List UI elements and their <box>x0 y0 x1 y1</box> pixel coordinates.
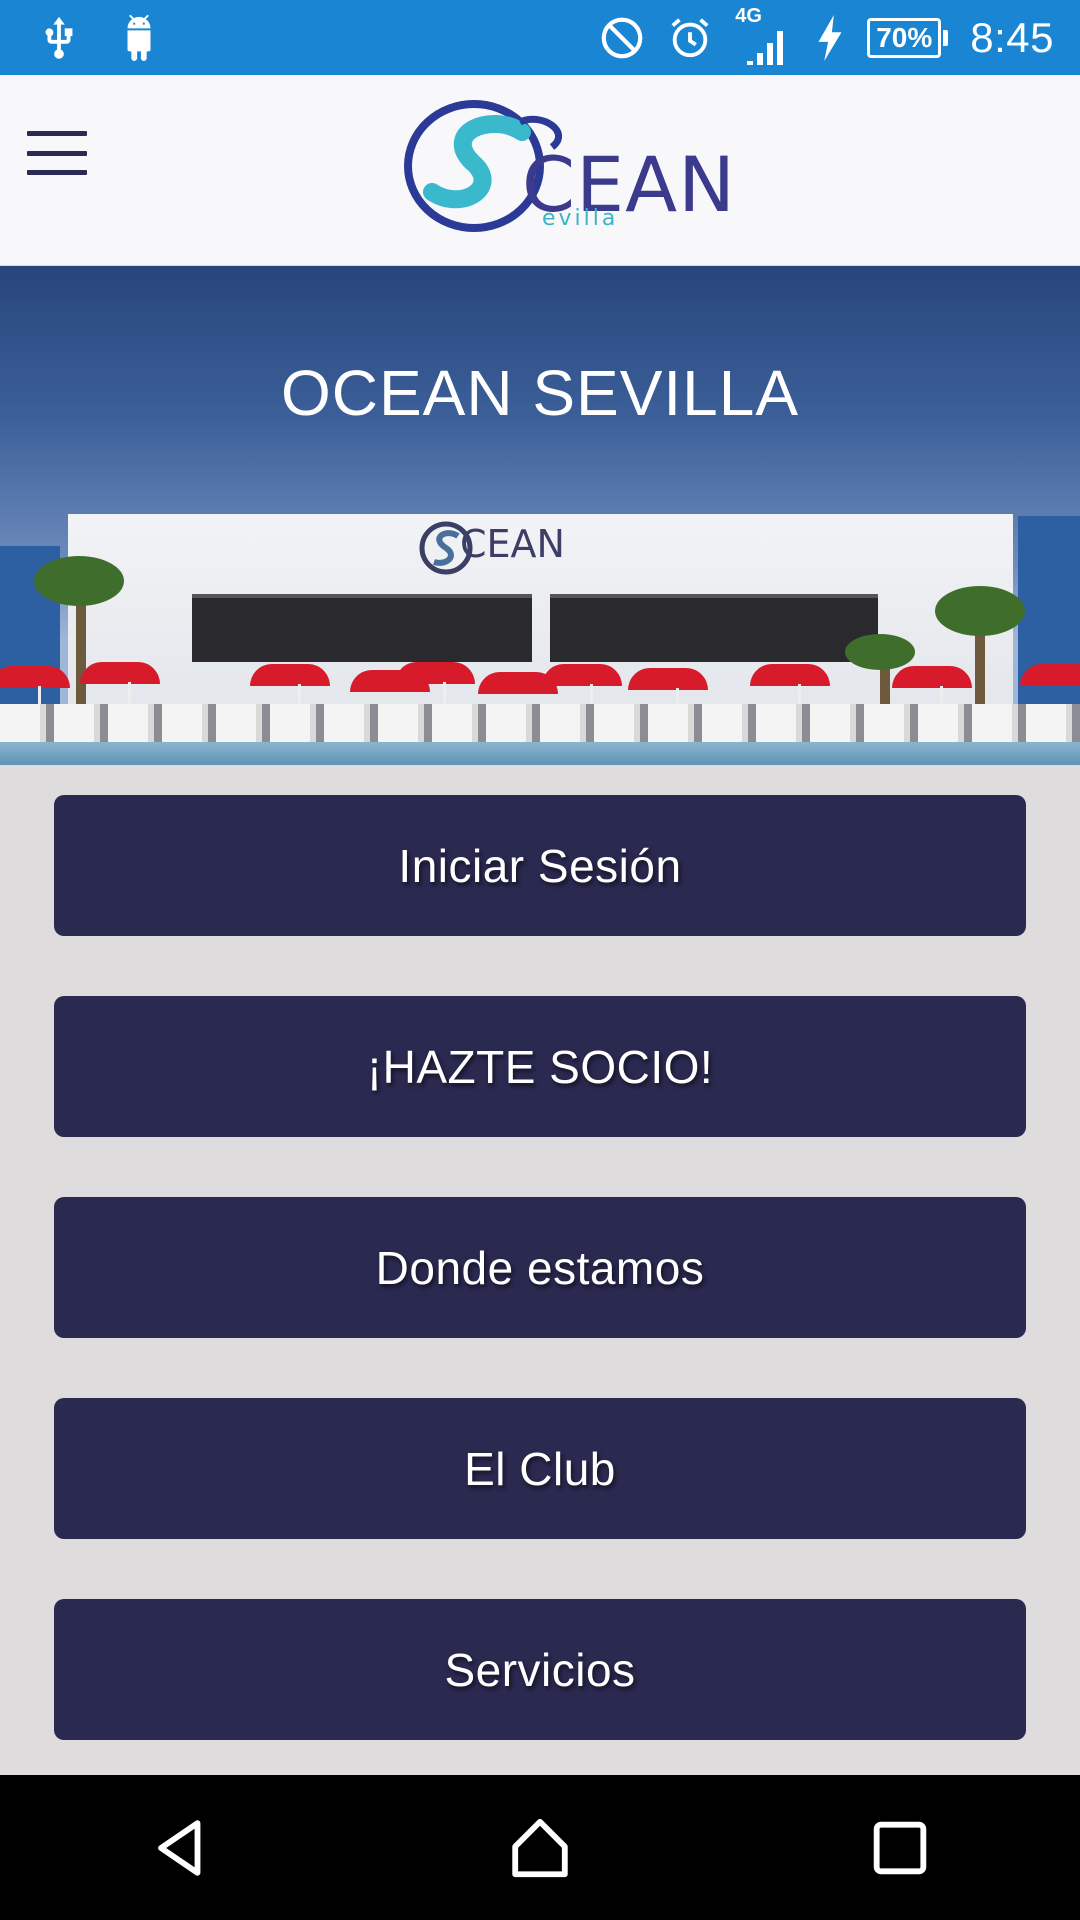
hero-pool <box>0 742 1080 765</box>
umbrella <box>1020 664 1080 686</box>
app-bar: CEAN evilla <box>0 75 1080 266</box>
android-debug-icon <box>116 14 162 61</box>
signal-icon: 4G <box>735 5 793 67</box>
charging-icon <box>815 14 845 61</box>
umbrella <box>80 662 160 684</box>
palm-leaves <box>34 556 124 606</box>
location-button[interactable]: Donde estamos <box>54 1197 1026 1338</box>
hero-title: OCEAN SEVILLA <box>280 357 800 429</box>
alarm-icon <box>667 15 713 61</box>
hero-banner: CEAN OCEAN SEVILLA <box>0 266 1080 765</box>
recents-icon[interactable] <box>865 1813 935 1883</box>
umbrella <box>542 664 622 686</box>
clock: 8:45 <box>970 13 1054 61</box>
building-sign: CEAN <box>419 521 565 575</box>
hero-window <box>550 594 878 662</box>
umbrella <box>250 664 330 686</box>
palm-leaves <box>935 586 1025 636</box>
home-icon[interactable] <box>505 1813 575 1883</box>
umbrella <box>892 666 972 688</box>
palm-leaves <box>845 634 915 670</box>
umbrella <box>628 668 708 690</box>
become-member-button[interactable]: ¡HAZTE SOCIO! <box>54 996 1026 1137</box>
logo-subtitle: evilla <box>542 206 619 231</box>
umbrella <box>750 664 830 686</box>
battery-level: 70% <box>876 21 933 53</box>
hero-side-building <box>1018 516 1080 716</box>
umbrella <box>0 666 70 688</box>
ocean-sevilla-logo: CEAN evilla <box>402 92 742 240</box>
status-bar: 4G 70% 8:45 <box>0 0 1080 75</box>
back-icon[interactable] <box>145 1813 215 1883</box>
the-club-button[interactable]: El Club <box>54 1398 1026 1539</box>
umbrella <box>395 662 475 684</box>
do-not-disturb-icon <box>599 15 645 61</box>
menu-icon[interactable] <box>27 131 87 175</box>
usb-icon <box>36 15 82 61</box>
login-button[interactable]: Iniciar Sesión <box>54 795 1026 936</box>
system-nav-bar <box>0 1775 1080 1920</box>
battery-icon: 70% <box>867 17 949 58</box>
hero-loungers <box>0 704 1080 744</box>
services-button[interactable]: Servicios <box>54 1599 1026 1740</box>
hero-window <box>192 594 532 662</box>
main-menu: Iniciar Sesión ¡HAZTE SOCIO! Donde estam… <box>54 795 1026 1800</box>
